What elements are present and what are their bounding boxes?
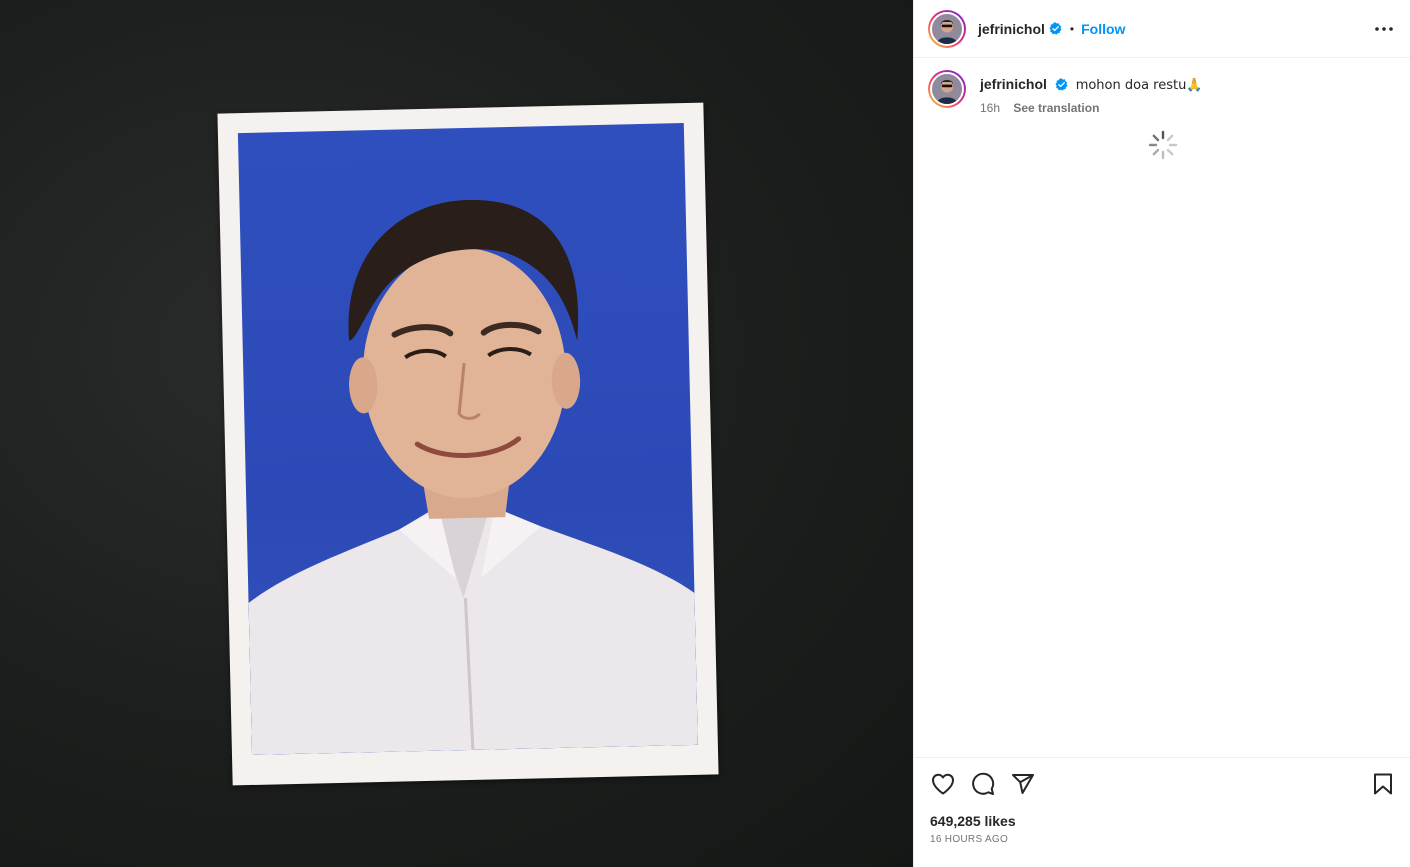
heart-icon	[932, 773, 954, 795]
separator-dot: •	[1069, 21, 1075, 36]
verified-badge-icon	[1055, 78, 1068, 91]
like-count[interactable]: 649,285 likes	[930, 813, 1396, 829]
more-options-button[interactable]	[1372, 17, 1396, 41]
avatar-image	[932, 74, 962, 104]
share-button[interactable]	[1010, 771, 1036, 797]
post-timestamp[interactable]: 16 HOURS AGO	[930, 834, 1396, 845]
caption-text: mohon doa restu🙏	[1075, 78, 1203, 93]
caption-username[interactable]: jefrinichol	[980, 76, 1047, 92]
author-username[interactable]: jefrinichol	[978, 21, 1045, 37]
see-translation-link[interactable]: See translation	[1013, 101, 1099, 115]
verified-badge-icon	[1049, 22, 1062, 35]
caption-avatar-ring[interactable]	[928, 70, 966, 108]
bookmark-icon	[1374, 773, 1392, 795]
post-actions-area: 649,285 likes 16 HOURS AGO	[914, 757, 1410, 867]
comments-section: jefrinichol mohon doa restu🙏 16h See tra…	[914, 58, 1410, 757]
caption-meta: 16h See translation	[980, 101, 1203, 115]
caption: jefrinichol mohon doa restu🙏 16h See tra…	[928, 70, 1396, 115]
paper-plane-icon	[1012, 774, 1034, 794]
save-button[interactable]	[1370, 771, 1396, 797]
more-horizontal-icon	[1375, 26, 1393, 31]
caption-body: jefrinichol mohon doa restu🙏 16h See tra…	[980, 70, 1203, 115]
comment-bubble-icon	[972, 772, 995, 795]
comment-button[interactable]	[970, 771, 996, 797]
avatar[interactable]	[930, 11, 964, 46]
portrait-illustration	[248, 199, 698, 755]
post-details-panel: jefrinichol • Follow jefrinichol mohon d…	[913, 0, 1410, 867]
caption-time: 16h	[980, 101, 1001, 115]
like-button[interactable]	[930, 771, 956, 797]
post-modal: jefrinichol • Follow jefrinichol mohon d…	[0, 0, 1410, 867]
post-header: jefrinichol • Follow	[914, 0, 1410, 58]
avatar-image	[932, 13, 962, 44]
author-avatar-ring[interactable]	[928, 9, 966, 48]
printed-photo	[217, 102, 719, 786]
caption-line: jefrinichol mohon doa restu🙏	[980, 75, 1203, 95]
post-media[interactable]	[0, 0, 913, 867]
action-bar	[930, 770, 1396, 798]
portrait-photo	[237, 123, 698, 755]
loading-spinner-icon	[1148, 130, 1178, 160]
follow-button[interactable]: Follow	[1081, 21, 1125, 37]
avatar[interactable]	[930, 72, 964, 106]
